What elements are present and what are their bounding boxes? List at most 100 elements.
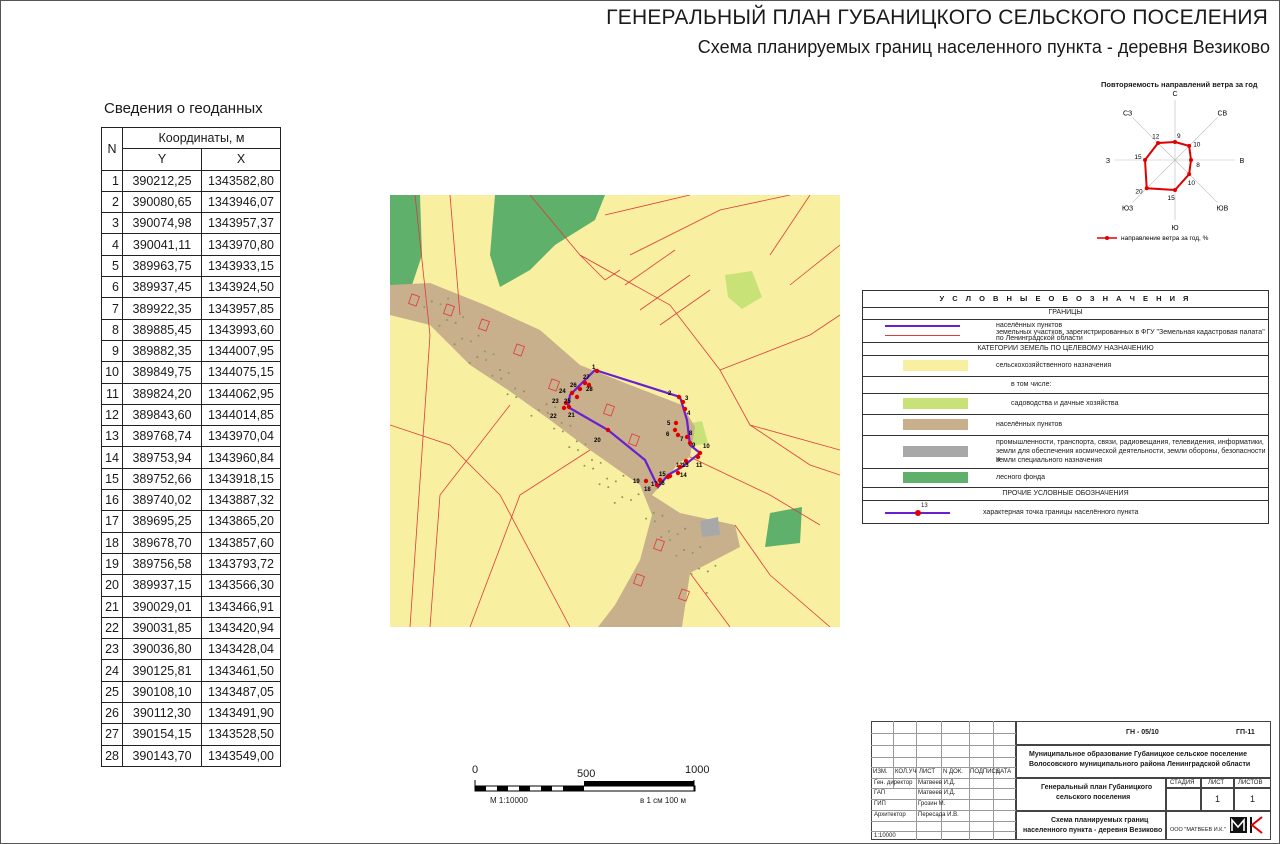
project-line-1: Генеральный план Губаницкого: [1041, 784, 1153, 791]
wind-value-label: 9: [1177, 133, 1181, 140]
table-row: 9 389882,35 1344007,95: [101, 339, 281, 363]
coord-y: 390036,80: [122, 638, 202, 661]
coord-x: 1344062,95: [201, 382, 281, 405]
agri-swatch: [903, 360, 968, 371]
coord-x: 1343960,84: [201, 446, 281, 469]
coord-x: 1343566,30: [201, 574, 281, 597]
coord-x: 1343946,07: [201, 190, 281, 214]
geodata-caption: Сведения о геоданных: [104, 100, 263, 117]
boundary-point-label: 27: [583, 375, 590, 381]
wind-value-label: 15: [1168, 195, 1176, 202]
table-row: 24 390125,81 1343461,50: [101, 659, 281, 682]
table-row: 18 389678,70 1343857,60: [101, 531, 281, 554]
industrial-swatch: [903, 446, 968, 457]
sheet-title: ГЕНЕРАЛЬНЫЙ ПЛАН ГУБАНИЦКОГО СЕЛЬСКОГО П…: [606, 6, 1268, 29]
table-row: 27 390154,15 1343528,50: [101, 723, 281, 746]
wind-direction-label: З: [1106, 158, 1110, 165]
scale-bar: 0 500 1000 М 1:10000 в 1 см 100 м: [470, 760, 720, 810]
boundary-point-label: 14: [680, 473, 687, 479]
wind-direction-label: ЮВ: [1217, 205, 1229, 212]
wind-rose-point: [1144, 186, 1149, 191]
col-ndok: N ДОК.: [943, 769, 963, 775]
coord-x: 1343865,20: [201, 510, 281, 533]
map-canvas: 1234567891011121314151617181920212223242…: [390, 195, 840, 627]
table-row: 5 389963,75 1343933,15: [101, 254, 281, 278]
forest-swatch: [903, 472, 968, 483]
point-number: 2: [101, 190, 123, 214]
point-number: 14: [101, 446, 123, 469]
coord-y: 390074,98: [122, 212, 202, 235]
coord-y: 389824,20: [122, 382, 202, 405]
role-1: Ген. директор: [874, 780, 913, 786]
point-number: 3: [101, 212, 123, 235]
coord-y: 389753,94: [122, 446, 202, 469]
legend-borders-row: населённых пунктов земельных участков, з…: [862, 320, 1269, 343]
coord-x: 1343528,50: [201, 723, 281, 746]
coord-y: 389756,58: [122, 552, 202, 576]
boundary-point: [577, 386, 583, 392]
char-point-marker: [915, 510, 921, 516]
wind-rose-point: [1173, 140, 1177, 144]
dacha-swatch: [903, 398, 968, 409]
boundary-point: [561, 405, 567, 411]
coord-x: 1343466,91: [201, 595, 281, 618]
geodata-col-n: N: [101, 127, 123, 171]
table-row: 22 390031,85 1343420,94: [101, 616, 281, 640]
boundary-point: [673, 420, 679, 426]
table-row: 3 390074,98 1343957,37: [101, 212, 281, 235]
legend-industrial-label-1: промышленности, транспорта, связи, радио…: [996, 439, 1264, 446]
boundary-point: [643, 478, 649, 484]
name-3: Грозин М.: [918, 801, 946, 807]
stage-value-cell: [1166, 788, 1201, 811]
point-number: 25: [101, 680, 123, 704]
boundary-point: [605, 427, 611, 433]
sheet-title-cell: [1016, 811, 1166, 840]
forest-area: [765, 507, 802, 547]
table-row: 25 390108,10 1343487,05: [101, 680, 281, 704]
wind-direction-label: ЮЗ: [1122, 205, 1133, 212]
scale-ruler: [474, 780, 696, 792]
coord-y: 389678,70: [122, 531, 202, 554]
name-1: Матвеев И.Д.: [918, 780, 956, 786]
boundary-point-label: 18: [644, 487, 651, 493]
wind-direction-label: Ю: [1171, 225, 1178, 232]
coord-y: 389695,25: [122, 510, 202, 533]
geodata-col-coords: Координаты, м: [122, 126, 281, 150]
wind-rose-point: [1173, 188, 1177, 192]
project-line-2: сельского поселения: [1056, 794, 1131, 801]
legend-forest-label: лесного фонда: [996, 474, 1045, 481]
coord-y: 390125,81: [122, 659, 202, 682]
wind-rose-point: [1156, 141, 1161, 146]
coord-x: 1343857,60: [201, 531, 281, 554]
coord-y: 389922,35: [122, 297, 202, 320]
settlement-map: 1234567891011121314151617181920212223242…: [390, 195, 840, 627]
table-row: 10 389849,75 1344075,15: [101, 361, 281, 384]
coord-y: 389752,66: [122, 467, 202, 491]
legend-settlement-label: населённых пунктов: [996, 421, 1063, 428]
coord-x: 1343491,90: [201, 702, 281, 725]
point-number: 11: [101, 382, 123, 405]
wind-value-label: 8: [1196, 162, 1200, 169]
coord-x: 1344007,95: [201, 339, 281, 363]
boundary-point-label: 19: [633, 479, 640, 485]
point-number: 9: [101, 339, 123, 363]
project-code: ГН - 05/10: [1126, 729, 1159, 736]
boundary-point: [695, 454, 701, 460]
legend-settlement-row: населённых пунктов: [862, 415, 1269, 436]
legend-char-point-row: 13 характерная точка границы населённого…: [862, 501, 1269, 524]
stamp-scale: 1:10000: [874, 833, 896, 839]
wind-rose-point: [1143, 158, 1147, 162]
boundary-point: [654, 482, 660, 488]
company-logo: [1230, 816, 1263, 834]
table-row: 13 389768,74 1343970,04: [101, 425, 281, 448]
table-row: 17 389695,25 1343865,20: [101, 510, 281, 533]
coord-x: 1343957,37: [201, 212, 281, 235]
col-koluch: КОЛ.УЧ: [895, 769, 917, 775]
legend-forest-row: лесного фонда: [862, 469, 1269, 488]
point-number: 5: [101, 254, 123, 278]
point-number: 26: [101, 702, 123, 725]
coord-x: 1343420,94: [201, 616, 281, 640]
point-number: 28: [101, 744, 123, 767]
col-data: ДАТА: [996, 769, 1012, 775]
boundary-point-label: 21: [568, 413, 575, 419]
